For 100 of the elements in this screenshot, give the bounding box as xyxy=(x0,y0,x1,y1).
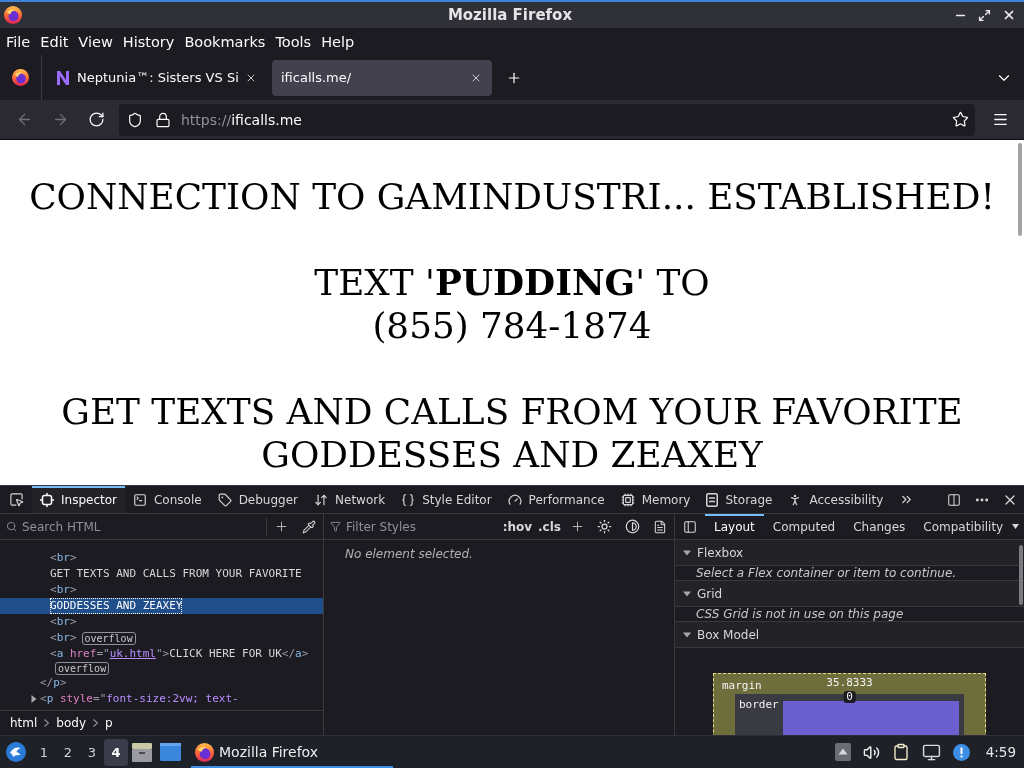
selected-row-highlight[interactable]: GODDESSES AND ZEAXEY xyxy=(0,598,323,614)
text-node[interactable]: GODDESSES AND ZEAXEY xyxy=(50,598,183,614)
page-text: TEXT 'PUDDING' TO xyxy=(314,261,710,304)
document-icon[interactable] xyxy=(653,519,667,534)
disclosure-triangle-icon[interactable] xyxy=(30,695,38,703)
terminal-icon xyxy=(133,492,147,507)
text-node[interactable]: GET TEXTS AND CALLS FROM YOUR FAVORITE xyxy=(50,566,302,582)
bookmark-star-icon[interactable] xyxy=(952,111,969,128)
devtools-tab[interactable]: Memory xyxy=(612,486,699,513)
page-text: (855) 784-1874 xyxy=(372,304,652,347)
workspace-button[interactable]: 4 xyxy=(104,738,128,766)
sidebar-tab[interactable]: Computed xyxy=(763,514,845,539)
section-header[interactable]: Grid xyxy=(675,581,1024,607)
workspace-button[interactable]: 2 xyxy=(56,738,80,766)
element-node[interactable]: <p style="font-size:2vw; text- xyxy=(40,691,239,707)
overflow-badge[interactable]: overflow xyxy=(81,631,136,645)
caret-icon[interactable] xyxy=(1012,524,1020,529)
page-text: GODDESSES AND ZEAXEY xyxy=(261,433,763,476)
overflow-badge[interactable]: overflow xyxy=(55,662,110,675)
section-header[interactable]: Box Model xyxy=(675,622,1024,648)
devtools-tab[interactable]: Style Editor xyxy=(393,486,500,513)
element-node[interactable]: <br> xyxy=(50,630,77,646)
menu-item[interactable]: Tools xyxy=(270,31,317,52)
contrast-icon[interactable] xyxy=(624,519,640,534)
disclosure-triangle-icon[interactable] xyxy=(683,630,691,639)
close-icon[interactable] xyxy=(1002,8,1016,22)
plus-icon[interactable] xyxy=(569,519,585,534)
pseudo-class-toggle[interactable]: .cls xyxy=(535,519,564,534)
menu-item[interactable]: View xyxy=(73,31,118,52)
element-node[interactable]: <br> xyxy=(50,582,77,598)
menu-item[interactable]: Help xyxy=(316,31,360,52)
chevron-right-icon xyxy=(93,719,99,727)
browser-tab[interactable]: Neptunia™: Sisters VS Si xyxy=(47,59,267,96)
alert-icon[interactable] xyxy=(952,743,970,761)
element-node[interactable]: <a href="uk.html">CLICK HERE FOR UK</a> xyxy=(50,646,309,662)
lock-icon[interactable] xyxy=(155,111,171,128)
maximize-icon[interactable] xyxy=(978,8,991,22)
chip-icon xyxy=(620,492,635,507)
workspace-button[interactable]: 3 xyxy=(80,738,104,766)
devtools-tab[interactable]: Console xyxy=(125,486,210,513)
taskbar-window-button[interactable]: Mozilla Firefox xyxy=(191,736,393,768)
devtools-tab[interactable]: Performance xyxy=(499,486,613,513)
search-icon xyxy=(5,521,17,532)
scrollbar-thumb[interactable] xyxy=(1019,545,1023,605)
scrollbar-thumb[interactable] xyxy=(1018,143,1022,236)
panel-icon[interactable] xyxy=(683,519,697,534)
margin-value[interactable]: 35.8333 xyxy=(826,676,873,689)
devtools-tab[interactable]: Network xyxy=(306,486,394,513)
monitor-icon[interactable] xyxy=(921,742,941,762)
breadcrumb-item[interactable]: body xyxy=(56,716,87,730)
file-cabinet-icon[interactable] xyxy=(132,742,152,762)
element-node[interactable]: <br> xyxy=(50,550,77,566)
empty-state-text: No element selected. xyxy=(344,546,474,561)
devtools-tab[interactable]: Accessibility xyxy=(780,486,892,513)
element-node[interactable]: </p> xyxy=(40,675,67,691)
clipboard-icon[interactable] xyxy=(891,743,910,761)
sidebar-tab[interactable]: Compatibility xyxy=(914,514,1013,539)
browser-tab[interactable]: ificalls.me/ xyxy=(272,59,492,96)
braces-icon xyxy=(401,492,416,507)
speaker-icon[interactable] xyxy=(862,743,880,761)
search-field[interactable]: Search HTML xyxy=(22,516,266,537)
plus-icon[interactable] xyxy=(273,519,289,534)
margin-label: margin xyxy=(722,679,762,692)
address-field[interactable]: https://ificalls.me xyxy=(119,103,975,136)
pointer-square-icon[interactable] xyxy=(8,492,24,507)
columns-icon[interactable] xyxy=(947,492,961,507)
start-menu-icon[interactable] xyxy=(6,742,26,762)
menu-item[interactable]: Edit xyxy=(35,31,74,52)
section-header[interactable]: Flexbox xyxy=(675,540,1024,566)
breadcrumb-item[interactable]: p xyxy=(105,716,113,730)
breadcrumb-item[interactable]: html xyxy=(10,716,38,730)
tag-icon xyxy=(217,492,232,507)
workspace-button[interactable]: 1 xyxy=(32,738,56,766)
page-text: CONNECTION TO GAMINDUSTRI... ESTABLISHED! xyxy=(29,175,995,218)
filter-field[interactable]: Filter Styles xyxy=(346,516,500,537)
funnel-icon xyxy=(329,521,341,532)
window-title: Mozilla Firefox xyxy=(447,6,573,24)
devtools-tab[interactable]: Storage xyxy=(698,486,781,513)
pseudo-class-toggle[interactable]: :hov xyxy=(499,519,536,534)
pipette-icon[interactable] xyxy=(302,519,316,534)
sun-icon[interactable] xyxy=(596,519,612,534)
gauge-icon xyxy=(507,492,522,507)
disclosure-triangle-icon[interactable] xyxy=(683,589,691,598)
border-label: border xyxy=(739,698,779,711)
sidebar-tab[interactable]: Layout xyxy=(705,514,764,539)
browser-logo-icon[interactable] xyxy=(12,69,29,86)
sidebar-tab[interactable]: Changes xyxy=(844,514,915,539)
window-icon[interactable] xyxy=(159,743,181,761)
menu-item[interactable]: History xyxy=(117,31,180,52)
devtools-tab[interactable]: Inspector xyxy=(32,486,125,513)
disclosure-triangle-icon[interactable] xyxy=(683,548,691,557)
devtools-tab[interactable]: Debugger xyxy=(209,486,307,513)
menu-icon[interactable] xyxy=(991,111,1009,128)
shield-icon[interactable] xyxy=(127,111,143,128)
reload-icon[interactable] xyxy=(87,111,105,128)
menu-item[interactable]: Bookmarks xyxy=(179,31,271,52)
menu-item[interactable]: File xyxy=(1,31,36,52)
element-node[interactable]: <br> xyxy=(50,614,77,630)
chevron-right-icon xyxy=(44,719,50,727)
border-value[interactable]: 0 xyxy=(843,691,856,703)
